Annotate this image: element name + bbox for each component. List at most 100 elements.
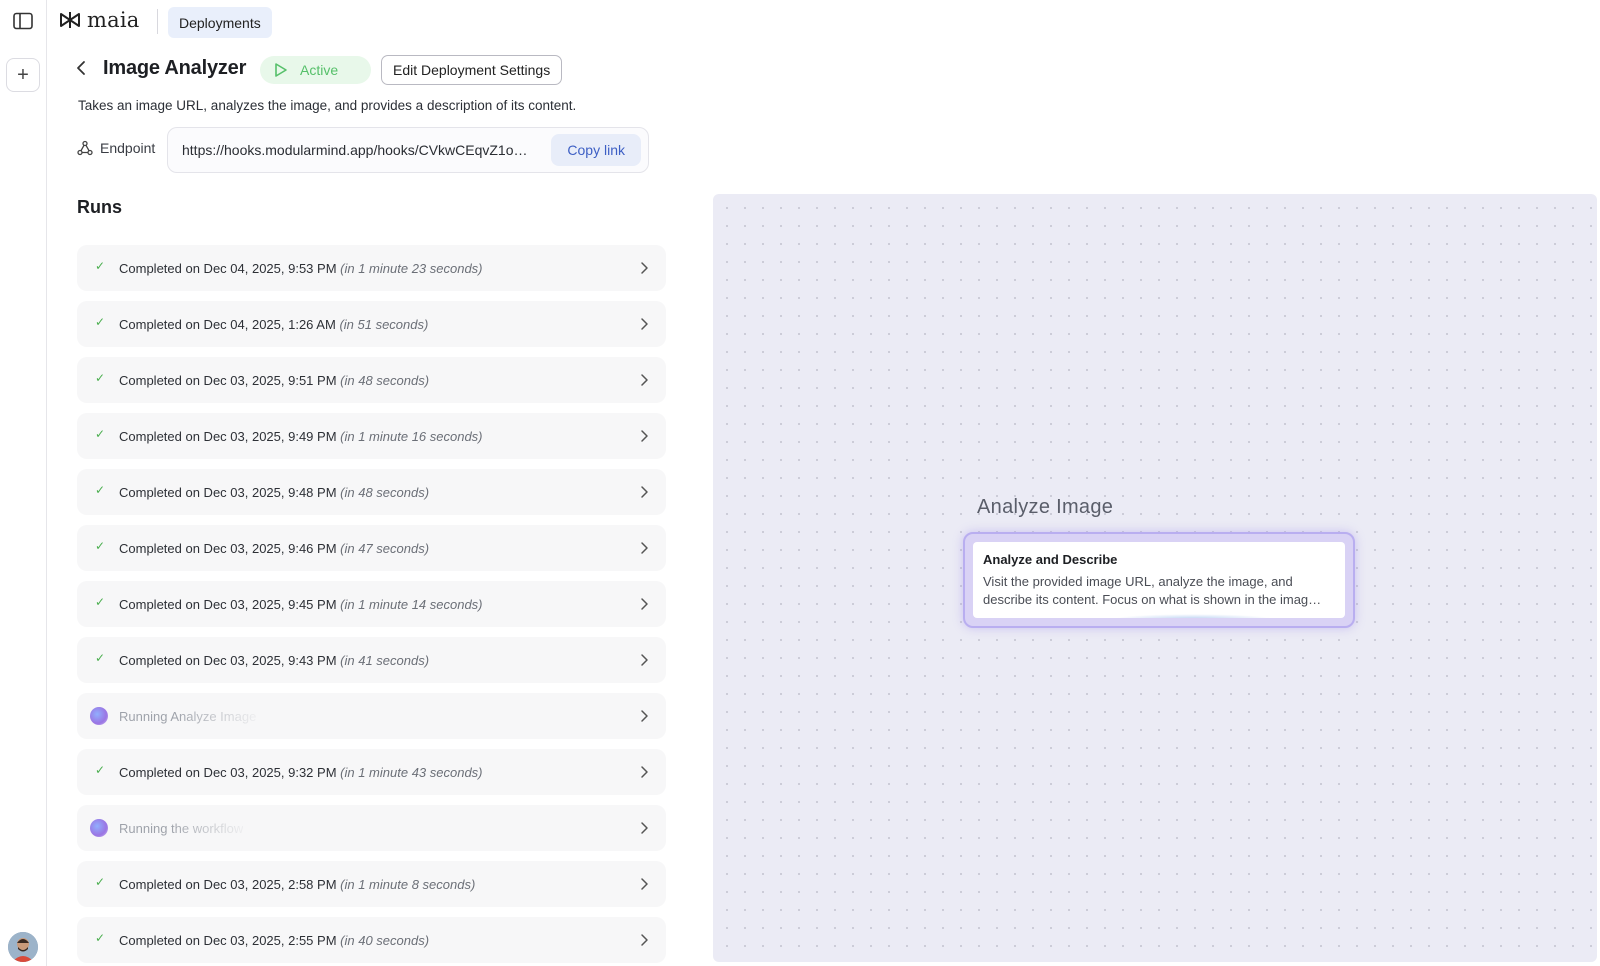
run-duration: (in 1 minute 8 seconds) bbox=[340, 876, 476, 892]
run-status-text: Completed on Dec 03, 2025, 9:51 PM bbox=[119, 372, 337, 388]
run-duration: (in 40 seconds) bbox=[340, 932, 430, 948]
chevron-left-icon bbox=[77, 61, 85, 75]
left-rail: + bbox=[0, 0, 47, 966]
top-bar: maia Deployments bbox=[47, 0, 1600, 44]
run-row[interactable]: ✓ Completed on Dec 03, 2025, 9:45 PM (in … bbox=[77, 581, 666, 627]
status-badge[interactable]: Active bbox=[260, 56, 371, 84]
divider bbox=[157, 9, 158, 34]
chevron-right-icon bbox=[641, 430, 648, 442]
run-duration: (in 48 seconds) bbox=[340, 372, 430, 388]
run-status-text: Completed on Dec 03, 2025, 9:49 PM bbox=[119, 428, 337, 444]
run-status-text: Completed on Dec 03, 2025, 9:45 PM bbox=[119, 596, 337, 612]
check-icon: ✓ bbox=[95, 315, 106, 329]
copy-link-button[interactable]: Copy link bbox=[551, 134, 641, 166]
workflow-canvas[interactable]: Analyze Image Analyze and Describe Visit… bbox=[713, 194, 1597, 962]
check-icon: ✓ bbox=[95, 259, 106, 273]
app-name: maia bbox=[87, 8, 140, 32]
run-status-text: Completed on Dec 03, 2025, 9:48 PM bbox=[119, 484, 337, 500]
run-row[interactable]: ✓ Completed on Dec 03, 2025, 9:49 PM (in … bbox=[77, 413, 666, 459]
run-status-text: Completed on Dec 04, 2025, 9:53 PM bbox=[119, 260, 337, 276]
chevron-right-icon bbox=[641, 822, 648, 834]
sidebar-toggle-icon[interactable] bbox=[12, 10, 34, 32]
status-label: Active bbox=[300, 62, 339, 78]
chevron-right-icon bbox=[641, 934, 648, 946]
chevron-right-icon bbox=[641, 878, 648, 890]
run-duration: (in 48 seconds) bbox=[340, 484, 430, 500]
new-button[interactable]: + bbox=[6, 58, 40, 92]
chevron-right-icon bbox=[641, 766, 648, 778]
endpoint-box: https://hooks.modularmind.app/hooks/CVkw… bbox=[167, 127, 649, 173]
run-label: Completed on Dec 03, 2025, 9:49 PM (in 1… bbox=[119, 429, 483, 444]
runs-list: ✓ Completed on Dec 04, 2025, 9:53 PM (in … bbox=[77, 245, 666, 966]
node-description: Visit the provided image URL, analyze th… bbox=[983, 574, 1322, 607]
check-icon: ✓ bbox=[95, 539, 106, 553]
maia-logo-icon bbox=[60, 12, 80, 28]
run-duration: (in 1 minute 14 seconds) bbox=[340, 596, 483, 612]
edit-deployment-settings-button[interactable]: Edit Deployment Settings bbox=[381, 55, 563, 85]
run-label: Completed on Dec 03, 2025, 2:55 PM (in 4… bbox=[119, 933, 429, 948]
run-duration: (in 47 seconds) bbox=[340, 540, 430, 556]
run-duration: (in 1 minute 23 seconds) bbox=[340, 260, 483, 276]
run-duration: (in 1 minute 43 seconds) bbox=[340, 764, 483, 780]
node-title: Analyze and Describe bbox=[983, 552, 1118, 567]
run-status-text: Running Analyze Image bbox=[119, 708, 257, 724]
run-duration: (in 41 seconds) bbox=[340, 652, 430, 668]
check-icon: ✓ bbox=[95, 875, 106, 889]
chevron-right-icon bbox=[641, 598, 648, 610]
run-row[interactable]: ✓ Completed on Dec 04, 2025, 9:53 PM (in … bbox=[77, 245, 666, 291]
chevron-right-icon bbox=[641, 318, 648, 330]
run-row[interactable]: ✓ Completed on Dec 03, 2025, 9:43 PM (in … bbox=[77, 637, 666, 683]
endpoint-url[interactable]: https://hooks.modularmind.app/hooks/CVkw… bbox=[182, 142, 542, 158]
deployment-description: Takes an image URL, analyzes the image, … bbox=[78, 98, 577, 113]
check-icon: ✓ bbox=[95, 371, 106, 385]
run-row[interactable]: ✓ Completed on Dec 03, 2025, 2:58 PM (in … bbox=[77, 861, 666, 907]
run-row[interactable]: Running the workflow bbox=[77, 805, 666, 851]
run-row[interactable]: Running Analyze Image bbox=[77, 693, 666, 739]
chevron-right-icon bbox=[641, 486, 648, 498]
run-row[interactable]: ✓ Completed on Dec 03, 2025, 9:46 PM (in … bbox=[77, 525, 666, 571]
chevron-right-icon bbox=[641, 710, 648, 722]
plus-icon: + bbox=[17, 63, 29, 86]
chevron-right-icon bbox=[641, 654, 648, 666]
node-glow bbox=[1113, 614, 1273, 618]
run-label: Completed on Dec 03, 2025, 9:48 PM (in 4… bbox=[119, 485, 429, 500]
run-status-text: Completed on Dec 03, 2025, 9:32 PM bbox=[119, 764, 337, 780]
group-label: Analyze Image bbox=[977, 496, 1114, 518]
avatar[interactable] bbox=[8, 932, 38, 962]
check-icon: ✓ bbox=[95, 651, 106, 665]
run-label: Completed on Dec 04, 2025, 1:26 AM (in 5… bbox=[119, 317, 428, 332]
run-row[interactable]: ✓ Completed on Dec 04, 2025, 1:26 AM (in … bbox=[77, 301, 666, 347]
runs-heading: Runs bbox=[77, 197, 122, 217]
workflow-node[interactable]: Analyze and Describe Visit the provided … bbox=[973, 542, 1345, 618]
run-status-text: Running the workflow bbox=[119, 820, 244, 836]
run-label: Completed on Dec 03, 2025, 9:32 PM (in 1… bbox=[119, 765, 483, 780]
run-duration: (in 51 seconds) bbox=[339, 316, 429, 332]
run-status-text: Completed on Dec 04, 2025, 1:26 AM bbox=[119, 316, 336, 332]
workflow-node-group[interactable]: Analyze and Describe Visit the provided … bbox=[963, 532, 1355, 628]
webhook-icon bbox=[77, 140, 93, 156]
run-status-text: Completed on Dec 03, 2025, 2:55 PM bbox=[119, 932, 337, 948]
check-icon: ✓ bbox=[95, 763, 106, 777]
play-icon bbox=[275, 63, 287, 77]
breadcrumb-deployments[interactable]: Deployments bbox=[168, 7, 272, 38]
run-status-text: Completed on Dec 03, 2025, 2:58 PM bbox=[119, 876, 337, 892]
app-logo[interactable]: maia bbox=[59, 8, 139, 32]
run-label: Completed on Dec 03, 2025, 9:46 PM (in 4… bbox=[119, 541, 429, 556]
check-icon: ✓ bbox=[95, 483, 106, 497]
run-label: Completed on Dec 04, 2025, 9:53 PM (in 1… bbox=[119, 261, 483, 276]
run-duration: (in 1 minute 16 seconds) bbox=[340, 428, 483, 444]
run-row[interactable]: ✓ Completed on Dec 03, 2025, 9:48 PM (in … bbox=[77, 469, 666, 515]
chevron-right-icon bbox=[641, 262, 648, 274]
back-button[interactable] bbox=[72, 57, 90, 79]
check-icon: ✓ bbox=[95, 427, 106, 441]
chevron-right-icon bbox=[641, 374, 648, 386]
check-icon: ✓ bbox=[95, 931, 106, 945]
running-spinner-icon bbox=[90, 707, 108, 725]
run-row[interactable]: ✓ Completed on Dec 03, 2025, 2:55 PM (in … bbox=[77, 917, 666, 963]
endpoint-label: Endpoint bbox=[77, 140, 155, 156]
check-icon: ✓ bbox=[95, 595, 106, 609]
run-row[interactable]: ✓ Completed on Dec 03, 2025, 9:32 PM (in … bbox=[77, 749, 666, 795]
endpoint-label-text: Endpoint bbox=[100, 140, 156, 156]
run-label: Completed on Dec 03, 2025, 9:43 PM (in 4… bbox=[119, 653, 429, 668]
run-row[interactable]: ✓ Completed on Dec 03, 2025, 9:51 PM (in … bbox=[77, 357, 666, 403]
